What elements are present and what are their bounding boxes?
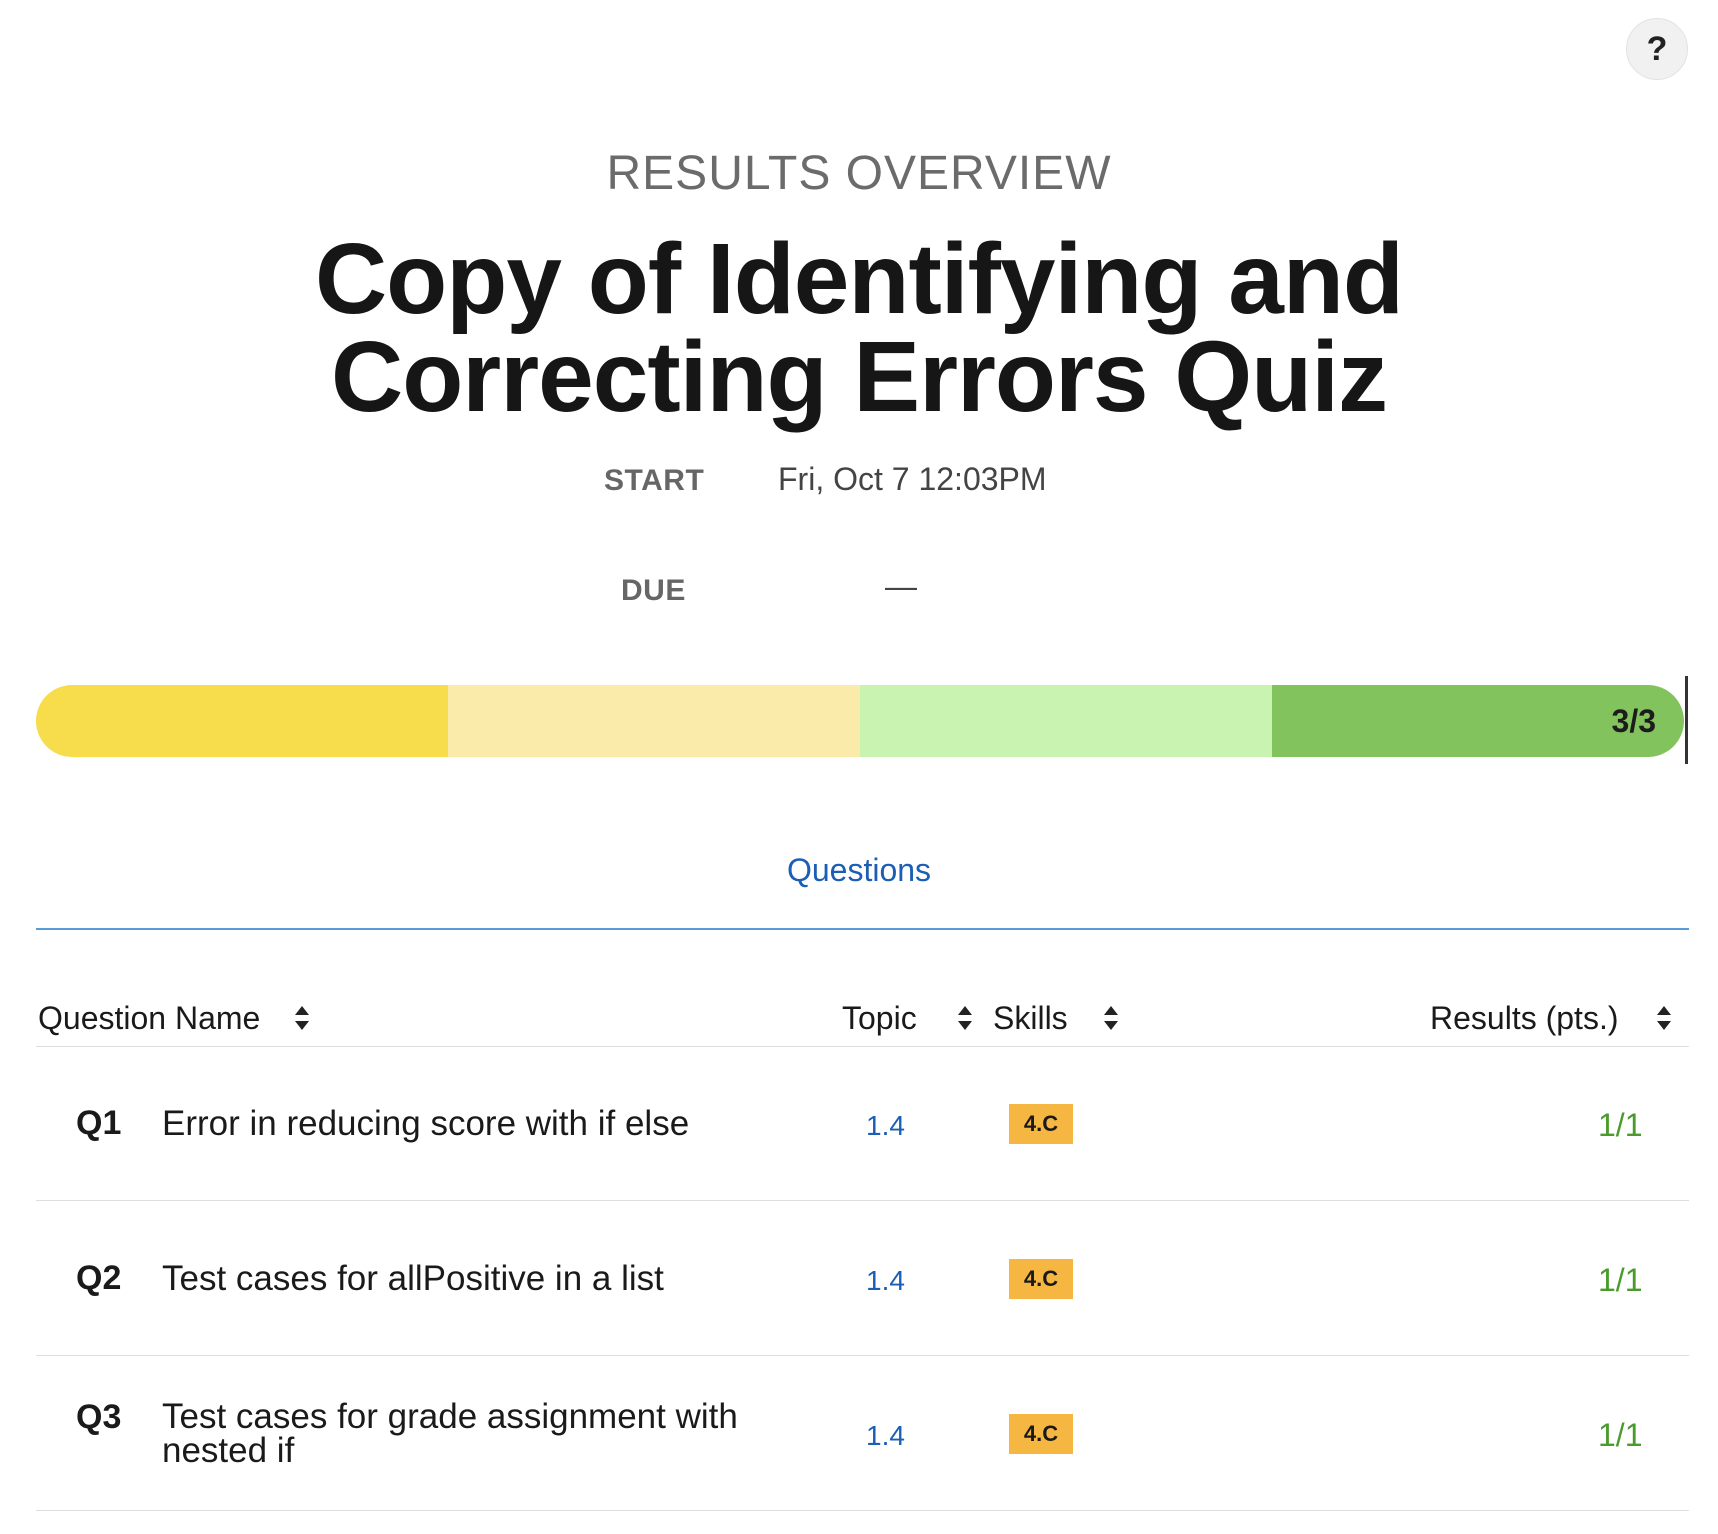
question-name[interactable]: Test cases for allPositive in a list (162, 1261, 802, 1296)
skill-badge: 4.C (1009, 1259, 1073, 1299)
question-topic-link[interactable]: 1.4 (866, 1110, 905, 1142)
tab-underline (36, 928, 1689, 930)
help-button[interactable]: ? (1626, 18, 1688, 80)
question-number: Q1 (76, 1104, 122, 1142)
skill-badge: 4.C (1009, 1104, 1073, 1144)
question-topic-link[interactable]: 1.4 (866, 1265, 905, 1297)
sort-icon[interactable] (1102, 1003, 1120, 1033)
question-result: 1/1 (1598, 1107, 1643, 1143)
column-header-results[interactable]: Results (pts.) (1430, 1000, 1618, 1037)
question-name[interactable]: Error in reducing score with if else (162, 1106, 802, 1141)
tab-questions[interactable]: Questions (0, 852, 1718, 889)
row-divider (36, 1510, 1689, 1511)
start-label: START (604, 464, 705, 497)
page-title: Copy of Identifying and Correcting Error… (314, 223, 1404, 433)
score-label: 3/3 (1611, 703, 1656, 739)
due-value: — (885, 568, 917, 604)
column-header-topic[interactable]: Topic (842, 1000, 917, 1037)
column-header-question-name[interactable]: Question Name (38, 1000, 260, 1037)
question-number: Q3 (76, 1398, 122, 1436)
question-number: Q2 (76, 1259, 122, 1297)
question-topic-link[interactable]: 1.4 (866, 1420, 905, 1452)
row-divider (36, 1355, 1689, 1356)
row-divider (36, 1200, 1689, 1201)
score-marker (1685, 676, 1688, 764)
question-result: 1/1 (1598, 1417, 1643, 1453)
progress-segment-3 (860, 685, 1272, 757)
results-overview-heading: RESULTS OVERVIEW (606, 147, 1112, 200)
start-value: Fri, Oct 7 12:03PM (778, 461, 1047, 497)
tab-questions-label: Questions (786, 852, 932, 888)
progress-segment-2 (448, 685, 860, 757)
skill-badge: 4.C (1009, 1414, 1073, 1454)
progress-segment-1 (36, 685, 448, 757)
sort-icon[interactable] (293, 1003, 311, 1033)
question-name[interactable]: Test cases for grade assignment with nes… (162, 1399, 782, 1468)
due-label: DUE (621, 574, 686, 607)
sort-icon[interactable] (956, 1003, 974, 1033)
column-header-skills[interactable]: Skills (993, 1000, 1068, 1037)
score-progress-bar (36, 685, 1684, 757)
help-icon: ? (1646, 29, 1668, 68)
question-result: 1/1 (1598, 1262, 1643, 1298)
table-header-divider (36, 1046, 1689, 1047)
sort-icon[interactable] (1655, 1003, 1673, 1033)
